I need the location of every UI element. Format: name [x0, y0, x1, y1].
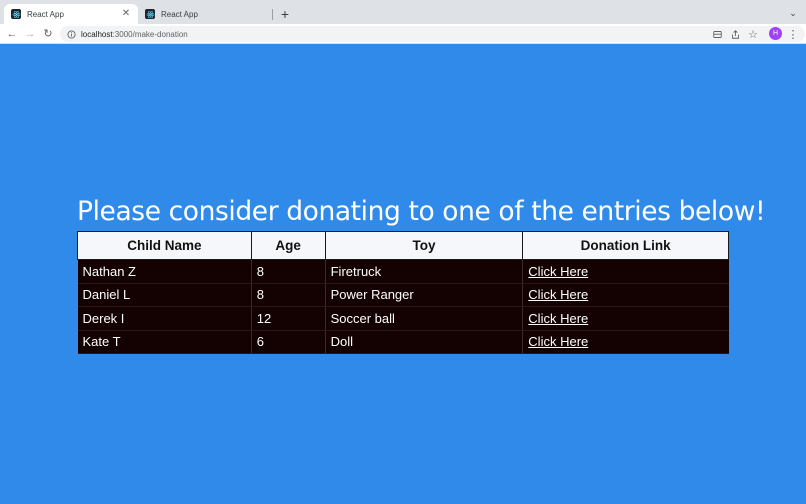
tab-search-chevron-icon[interactable]: ⌄ — [786, 6, 800, 20]
cell-age: 12 — [250, 306, 326, 331]
cell-child-name: Nathan Z — [77, 259, 252, 284]
cell-donation-link: Click Here — [522, 259, 729, 284]
table-row: Nathan Z 8 Firetruck Click Here — [77, 259, 729, 284]
cell-donation-link: Click Here — [522, 283, 729, 307]
cell-donation-link: Click Here — [522, 306, 729, 331]
cell-toy: Power Ranger — [324, 283, 523, 307]
donation-link[interactable]: Click Here — [528, 311, 588, 326]
url-host: localhost — [81, 29, 113, 39]
column-header-age: Age — [250, 231, 326, 260]
donation-link[interactable]: Click Here — [528, 287, 588, 302]
column-header-child-name: Child Name — [77, 231, 252, 260]
cell-child-name: Daniel L — [77, 283, 252, 307]
table-row: Kate T 6 Doll Click Here — [77, 330, 729, 354]
tab-separator — [272, 9, 273, 20]
new-tab-plus-icon[interactable]: + — [278, 7, 292, 21]
tab-strip: React App ✕ React App + ⌄ — [0, 0, 806, 24]
column-header-donation-link: Donation Link — [522, 231, 729, 260]
cell-toy: Soccer ball — [324, 306, 523, 331]
info-icon[interactable] — [66, 29, 76, 39]
cell-donation-link: Click Here — [522, 330, 729, 354]
cell-toy: Firetruck — [324, 259, 523, 284]
cell-age: 8 — [250, 259, 326, 284]
cell-toy: Doll — [324, 330, 523, 354]
react-logo-icon — [145, 9, 155, 19]
avatar[interactable]: H — [769, 27, 782, 40]
page-heading: Please consider donating to one of the e… — [77, 196, 766, 227]
cell-age: 8 — [250, 283, 326, 307]
react-logo-icon — [11, 9, 21, 19]
tab-react-app-2[interactable]: React App — [138, 4, 272, 24]
tab-react-app-1[interactable]: React App ✕ — [4, 4, 138, 24]
browser-toolbar: ← → ↻ localhost:3000/make-donation ☆ ⋮ — [0, 24, 806, 44]
tab-close-icon[interactable]: ✕ — [120, 8, 132, 20]
cell-child-name: Kate T — [77, 330, 252, 354]
donation-table: Child Name Age Toy Donation Link Nathan … — [77, 231, 729, 354]
url-path: :3000/make-donation — [112, 29, 188, 39]
column-header-toy: Toy — [324, 231, 524, 260]
table-row: Daniel L 8 Power Ranger Click Here — [77, 283, 729, 307]
cell-age: 6 — [250, 330, 326, 354]
reload-icon[interactable]: ↻ — [41, 27, 55, 41]
forward-arrow-icon[interactable]: → — [23, 27, 37, 41]
tab-title: React App — [27, 9, 64, 19]
tab-title: React App — [161, 9, 198, 19]
share-icon[interactable] — [728, 27, 742, 41]
table-header-row: Child Name Age Toy Donation Link — [77, 231, 729, 260]
star-icon[interactable]: ☆ — [746, 27, 760, 41]
back-arrow-icon[interactable]: ← — [5, 27, 19, 41]
donation-link[interactable]: Click Here — [528, 334, 588, 349]
kebab-menu-icon[interactable]: ⋮ — [786, 27, 800, 41]
cell-child-name: Derek I — [77, 306, 252, 331]
cast-icon[interactable] — [710, 27, 724, 41]
url-text: localhost:3000/make-donation — [81, 30, 188, 39]
address-bar[interactable]: localhost:3000/make-donation — [60, 26, 805, 42]
table-row: Derek I 12 Soccer ball Click Here — [77, 306, 729, 331]
donation-link[interactable]: Click Here — [528, 264, 588, 279]
